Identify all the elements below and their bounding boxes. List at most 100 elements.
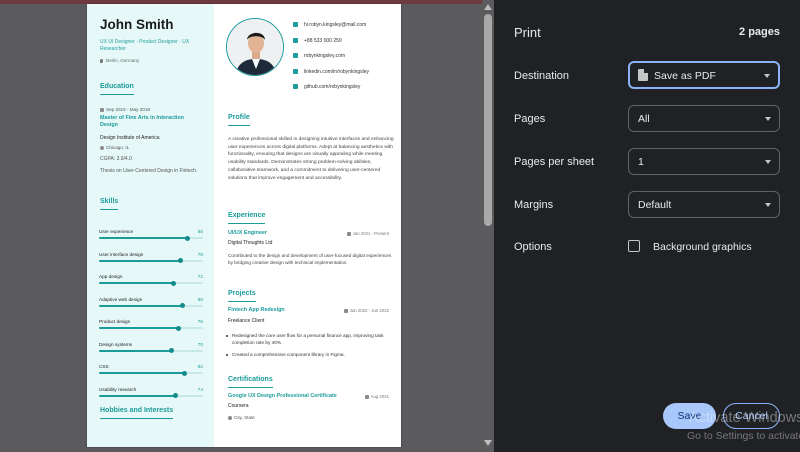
background-graphics-checkbox[interactable] <box>628 240 640 252</box>
skill-name: Product design <box>99 319 131 324</box>
certification-city: City, State <box>228 415 255 421</box>
skill-row: User interface design 78 <box>99 252 203 267</box>
hobbies-heading: Hobbies and Interests <box>100 407 174 419</box>
skill-bar-track <box>99 370 203 376</box>
skill-row: App design 72 <box>99 274 203 289</box>
location-pin-icon <box>100 145 104 150</box>
margins-label: Margins <box>514 199 554 211</box>
margins-value: Default <box>638 199 672 211</box>
scroll-down-arrow-icon[interactable] <box>484 440 492 446</box>
resume-subtitle: UX UI Designer · Product Designer · UX R… <box>100 39 190 52</box>
skill-row: Adaptive web design 80 <box>99 297 203 312</box>
calendar-icon <box>364 394 369 399</box>
resume-location: Berlin, Germany <box>100 58 139 63</box>
skill-name: App design <box>99 274 123 279</box>
skill-name: CSS <box>99 364 109 369</box>
skill-bar-knob <box>181 370 187 376</box>
experience-role: UI/UX Engineer <box>228 230 267 236</box>
skill-row: User experience 85 <box>99 229 203 244</box>
print-preview-page: John Smith UX UI Designer · Product Desi… <box>87 4 401 447</box>
preview-scrollbar[interactable] <box>482 0 494 452</box>
skill-name: Design systems <box>99 341 133 347</box>
education-thesis: Thesis on User-Centered Design in Fintec… <box>100 168 198 174</box>
margins-select[interactable]: Default <box>628 191 780 218</box>
pages-per-sheet-label: Pages per sheet <box>514 156 595 168</box>
skills-heading: Skills <box>100 198 119 210</box>
project-client: Freelance Client <box>228 318 265 324</box>
project-bullet-2: Created a comprehensive component librar… <box>226 351 392 358</box>
mail-icon <box>293 22 298 28</box>
skill-bar-knob <box>177 258 183 263</box>
skill-bar-track <box>99 258 203 263</box>
skill-row: Product design 76 <box>99 319 203 334</box>
skill-bar-fill <box>99 259 181 262</box>
education-school: Design Institute of America <box>100 135 160 141</box>
location-text: Berlin, Germany <box>106 58 140 63</box>
education-gpa: CGPA: 3.9/4.0 <box>100 156 132 162</box>
skill-row: Usability research 74 <box>99 387 203 402</box>
experience-date: Jan 2021 - Present <box>346 231 389 236</box>
skill-row: Design systems 70 <box>99 342 203 357</box>
skill-bar-fill <box>99 282 174 284</box>
pages-per-sheet-select[interactable]: 1 <box>628 148 780 175</box>
contact-text: robynkingsley.com <box>304 53 346 59</box>
contact-item: github.com/robynkingsley <box>293 84 360 90</box>
activate-windows-watermark: Activate Windows <box>689 410 800 426</box>
skill-name: User experience <box>99 229 134 234</box>
skill-bar-track <box>99 348 203 353</box>
calendar-icon <box>346 231 351 236</box>
chevron-down-icon <box>765 160 771 164</box>
pages-select[interactable]: All <box>628 105 780 132</box>
skill-bar-fill <box>99 304 183 307</box>
skill-bar-knob <box>179 303 185 308</box>
options-label: Options <box>514 241 552 253</box>
background-graphics-label[interactable]: Background graphics <box>653 241 752 253</box>
phone-icon <box>293 37 298 43</box>
skill-bar-fill <box>99 327 179 329</box>
pages-value: All <box>638 113 650 125</box>
contact-item: hi.robyn.kingsley@mail.com <box>293 22 366 28</box>
skill-bar-knob <box>184 235 190 241</box>
scrollbar-thumb[interactable] <box>484 14 492 226</box>
education-city: Chicago, IL <box>100 145 129 151</box>
certification-name: Google UX Design Professional Certificat… <box>228 393 337 399</box>
skill-bar-track <box>99 235 203 241</box>
skill-value: 82 <box>197 364 203 369</box>
pdf-file-icon <box>638 69 648 81</box>
skill-value: 70 <box>197 341 203 347</box>
location-pin-icon <box>228 415 232 420</box>
scroll-up-arrow-icon[interactable] <box>484 4 492 10</box>
certifications-heading: Certifications <box>228 376 273 388</box>
contact-text: linkedin.com/in/robynkingsley <box>304 68 370 75</box>
skill-value: 72 <box>197 274 203 279</box>
skill-bar-knob <box>169 348 175 353</box>
calendar-icon <box>343 308 348 313</box>
contact-text: +88 533 000 250 <box>304 37 342 44</box>
pages-label: Pages <box>514 113 546 125</box>
chevron-down-icon <box>764 74 770 78</box>
profile-text: A creative professional skilled in desig… <box>228 137 394 181</box>
globe-icon <box>293 53 298 59</box>
destination-select[interactable]: Save as PDF <box>628 61 780 89</box>
skill-name: User interface design <box>99 251 144 257</box>
chevron-down-icon <box>765 203 771 207</box>
skill-value: 74 <box>197 386 203 392</box>
print-settings-panel: Print 2 pages Destination Save as PDF Pa… <box>494 0 800 452</box>
destination-label: Destination <box>514 70 570 82</box>
github-icon <box>293 84 298 90</box>
portrait-image <box>227 19 283 75</box>
skill-bar-knob <box>173 393 179 398</box>
location-pin-icon <box>100 58 103 63</box>
skill-value: 85 <box>197 229 203 234</box>
contact-text: hi.robyn.kingsley@mail.com <box>304 22 367 28</box>
skill-bar-fill <box>99 237 188 239</box>
skill-bar-fill <box>99 394 176 397</box>
certification-date: Aug 2021 <box>364 394 389 399</box>
skill-value: 76 <box>197 319 203 324</box>
contact-item: robynkingsley.com <box>293 53 345 59</box>
experience-text: Contributed to the design and developmen… <box>228 253 392 265</box>
education-degree: Master of Fine Arts in Interaction Desig… <box>100 115 184 128</box>
skill-name: Usability research <box>99 386 137 392</box>
resume-name: John Smith <box>100 17 174 32</box>
projects-heading: Projects <box>228 290 256 302</box>
